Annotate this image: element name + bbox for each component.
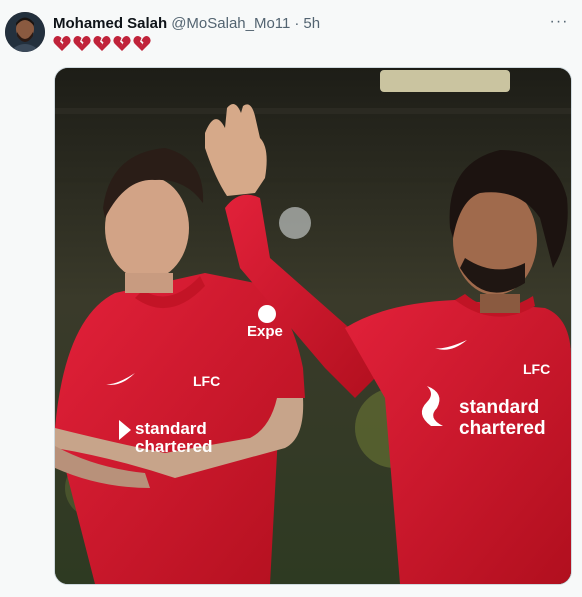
sleeve-sponsor: Expe [247, 323, 283, 340]
timestamp[interactable]: 5h [303, 15, 320, 32]
sponsor-line1-left: standard [135, 419, 207, 438]
sponsor-line1-right: standard [459, 397, 539, 418]
broken-heart-icon [93, 35, 111, 52]
separator: · [294, 14, 300, 32]
author-name[interactable]: Mohamed Salah [53, 15, 167, 32]
more-options-icon[interactable]: ··· [548, 12, 570, 32]
tweet-photo[interactable]: LFC Expe standard chartered LFC standard… [54, 67, 572, 585]
sponsor-line2-left: chartered [135, 437, 212, 456]
broken-heart-icon [133, 35, 151, 52]
club-crest-left: LFC [193, 373, 220, 389]
author-handle[interactable]: @MoSalah_Mo11 [171, 15, 290, 32]
avatar[interactable] [5, 12, 45, 52]
sponsor-line2-right: chartered [459, 418, 546, 439]
broken-heart-icon [113, 35, 131, 52]
broken-heart-icon [73, 35, 91, 52]
tweet-text [53, 35, 151, 55]
club-crest-right: LFC [523, 361, 550, 377]
tweet-header: Mohamed Salah @MoSalah_Mo11 · 5h [53, 13, 320, 33]
tweet-card[interactable]: Mohamed Salah @MoSalah_Mo11 · 5h ··· LFC… [0, 0, 582, 597]
broken-heart-icon [53, 35, 71, 52]
